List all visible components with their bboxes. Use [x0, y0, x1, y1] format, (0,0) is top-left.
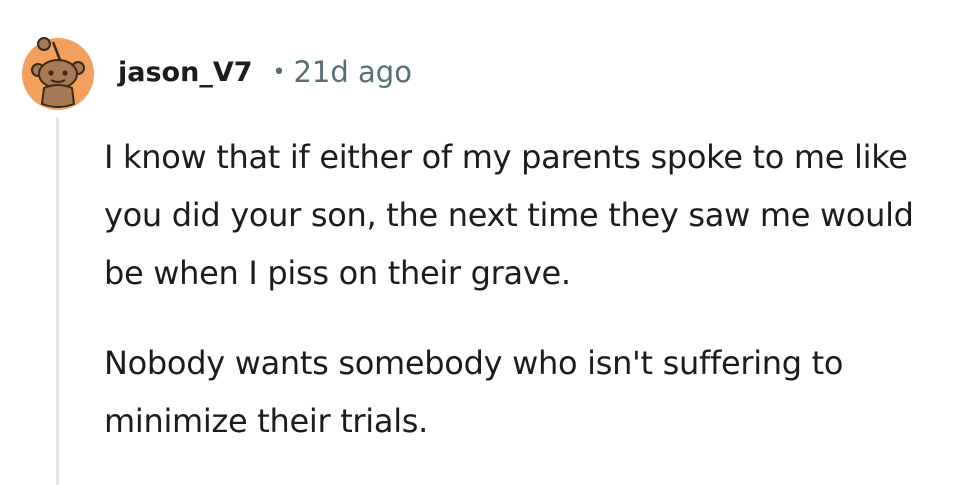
- comment: jason_V7 • 21d ago I know that if either…: [0, 0, 957, 485]
- snoo-avatar-icon: [22, 37, 94, 110]
- comment-paragraph: Nobody wants somebody who isn't sufferin…: [104, 344, 844, 440]
- comment-paragraph: I know that if either of my parents spok…: [104, 138, 914, 292]
- separator-dot: •: [272, 59, 286, 85]
- timestamp[interactable]: 21d ago: [293, 55, 411, 89]
- comment-body: I know that if either of my parents spok…: [104, 128, 944, 450]
- username-link[interactable]: jason_V7: [118, 57, 253, 88]
- thread-line[interactable]: [56, 118, 59, 485]
- comment-meta: jason_V7 • 21d ago: [118, 50, 412, 94]
- user-avatar[interactable]: [20, 20, 96, 112]
